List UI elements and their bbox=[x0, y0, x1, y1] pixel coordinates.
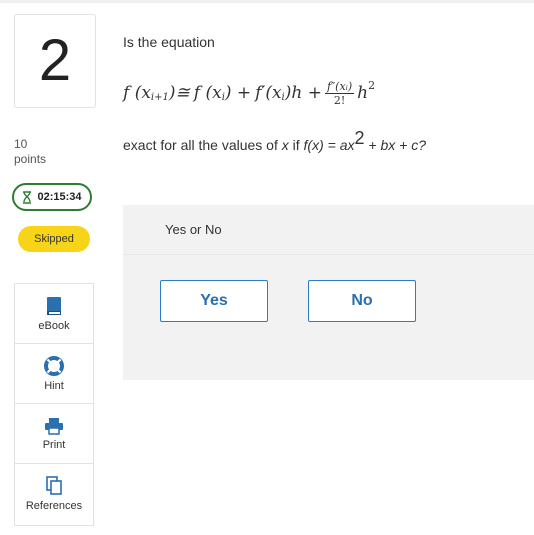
taylor-equation: f (x i+1)≅ f (x i) + f′(x i)h + f″(xᵢ) 2! h… bbox=[123, 78, 376, 107]
answer-panel: Yes or No Yes No bbox=[123, 205, 534, 380]
hint-button[interactable]: Hint bbox=[15, 344, 93, 404]
book-icon bbox=[45, 296, 63, 320]
copy-icon bbox=[45, 476, 63, 500]
points-info: 10 points bbox=[14, 137, 46, 167]
question-condition: exact for all the values of x if f(x) = … bbox=[123, 128, 427, 153]
printer-icon bbox=[44, 417, 64, 439]
status-badge: Skipped bbox=[18, 226, 90, 252]
question-number: 2 bbox=[38, 28, 72, 93]
references-button[interactable]: References bbox=[15, 464, 93, 524]
top-divider bbox=[0, 0, 534, 3]
lifebuoy-icon bbox=[44, 355, 64, 380]
tools-panel: eBook Hint Print References bbox=[14, 283, 94, 526]
ebook-label: eBook bbox=[38, 319, 70, 332]
print-label: Print bbox=[42, 438, 66, 451]
print-button[interactable]: Print bbox=[15, 404, 93, 464]
hourglass-icon bbox=[22, 190, 32, 204]
question-intro: Is the equation bbox=[123, 34, 215, 50]
equation-fraction: f″(xᵢ) 2! bbox=[324, 79, 355, 107]
ebook-button[interactable]: eBook bbox=[15, 284, 93, 344]
timer-value: 02:15:34 bbox=[37, 191, 82, 203]
answer-prompt: Yes or No bbox=[123, 205, 534, 255]
points-value: 10 bbox=[14, 137, 28, 151]
hint-label: Hint bbox=[44, 379, 64, 392]
no-button[interactable]: No bbox=[308, 280, 416, 322]
timer: 02:15:34 bbox=[12, 183, 92, 211]
question-number-box: 2 bbox=[14, 14, 96, 108]
references-label: References bbox=[25, 500, 83, 512]
yes-button[interactable]: Yes bbox=[160, 280, 268, 322]
points-label: points bbox=[14, 152, 47, 166]
